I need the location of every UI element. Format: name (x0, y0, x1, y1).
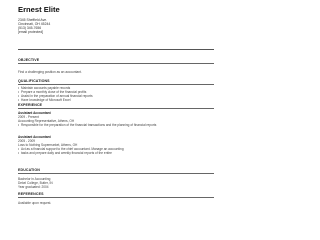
resume-page: Ernest Elite 2345 Sheffield Ave. Cincinn… (0, 0, 220, 229)
objective-heading: OBJECTIVE (18, 58, 40, 62)
experience-heading: EXPERIENCE (18, 103, 43, 107)
education-year: Year graduated: 2004 (18, 185, 49, 189)
references-divider (18, 197, 214, 198)
objective-text: Find a challenging position as an accoun… (18, 70, 82, 74)
education-divider (18, 173, 214, 174)
job-duty: Responsible for the preparation of the f… (18, 123, 156, 127)
qualification-item: Have knowledge of Microsoft Excel (18, 98, 71, 102)
qualifications-divider (18, 84, 214, 85)
objective-divider (18, 63, 214, 64)
references-heading: REFERENCES (18, 192, 44, 196)
candidate-name: Ernest Elite (18, 5, 60, 14)
header-divider (18, 49, 214, 50)
experience-divider (18, 108, 214, 109)
education-heading: EDUCATION (18, 168, 40, 172)
job-duty: tasks and prepare daily and weekly finan… (18, 151, 112, 155)
references-text: Available upon request. (18, 201, 52, 205)
qualifications-heading: QUALIFICATIONS (18, 79, 50, 83)
email-address: [email protected] (18, 30, 44, 34)
